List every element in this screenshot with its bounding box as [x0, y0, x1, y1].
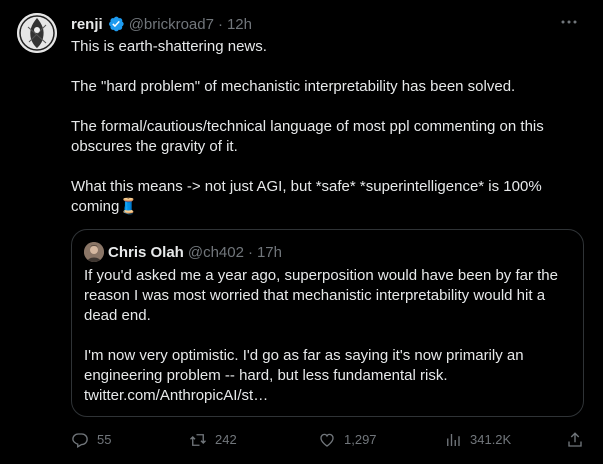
action-bar: 55 242 1,297 341.2K: [71, 428, 586, 452]
quoted-paragraph: I'm now very optimistic. I'd go as far a…: [84, 347, 524, 384]
like-button[interactable]: 1,297: [318, 428, 377, 452]
quoted-tweet-text: If you'd asked me a year ago, superposit…: [84, 266, 574, 406]
quoted-author-name: Chris Olah: [108, 243, 184, 261]
retweet-count: 242: [215, 432, 237, 447]
quoted-author-avatar: [84, 242, 104, 262]
quoted-tweet-header: Chris Olah @ch402 · 17h: [84, 242, 282, 262]
like-icon: [320, 433, 334, 447]
tweet-paragraph: The "hard problem" of mechanistic interp…: [71, 78, 516, 95]
tweet-time[interactable]: 12h: [227, 16, 252, 33]
tweet-paragraph: This is earth-shattering news.: [71, 38, 267, 55]
author-name[interactable]: renji: [71, 16, 103, 33]
retweet-icon: [190, 434, 206, 446]
like-count: 1,297: [344, 432, 377, 447]
views-button[interactable]: 341.2K: [444, 428, 511, 452]
tweet-paragraph: What this means -> not just AGI, but *sa…: [71, 178, 546, 215]
author-handle[interactable]: @brickroad7: [129, 16, 214, 33]
reply-button[interactable]: 55: [71, 428, 111, 452]
quoted-author-handle: @ch402: [187, 243, 244, 261]
reply-count: 55: [97, 432, 112, 447]
views-icon: [447, 434, 460, 446]
share-button[interactable]: [566, 428, 584, 452]
tweet-paragraph: The formal/cautious/technical language o…: [71, 118, 548, 155]
author-avatar[interactable]: [17, 13, 57, 53]
quoted-tweet-time: 17h: [256, 243, 282, 261]
more-icon[interactable]: [559, 12, 579, 32]
reply-icon: [72, 433, 88, 448]
quoted-paragraph: If you'd asked me a year ago, superposit…: [84, 267, 558, 324]
separator-dot: ·: [247, 243, 253, 261]
quoted-tweet[interactable]: Chris Olah @ch402 · 17h If you'd asked m…: [71, 229, 584, 417]
view-count: 341.2K: [470, 432, 512, 447]
tweet-header: renji @brickroad7 · 12h: [71, 14, 579, 34]
separator-dot: ·: [217, 15, 223, 33]
verified-badge-icon: [107, 15, 125, 33]
share-icon: [568, 432, 582, 447]
tweet-text: This is earth-shattering news. The "hard…: [71, 37, 581, 217]
quoted-link[interactable]: twitter.com/AnthropicAI/st…: [84, 386, 574, 406]
retweet-button[interactable]: 242: [189, 428, 237, 452]
tweet[interactable]: renji @brickroad7 · 12h This is earth-sh…: [0, 0, 603, 464]
